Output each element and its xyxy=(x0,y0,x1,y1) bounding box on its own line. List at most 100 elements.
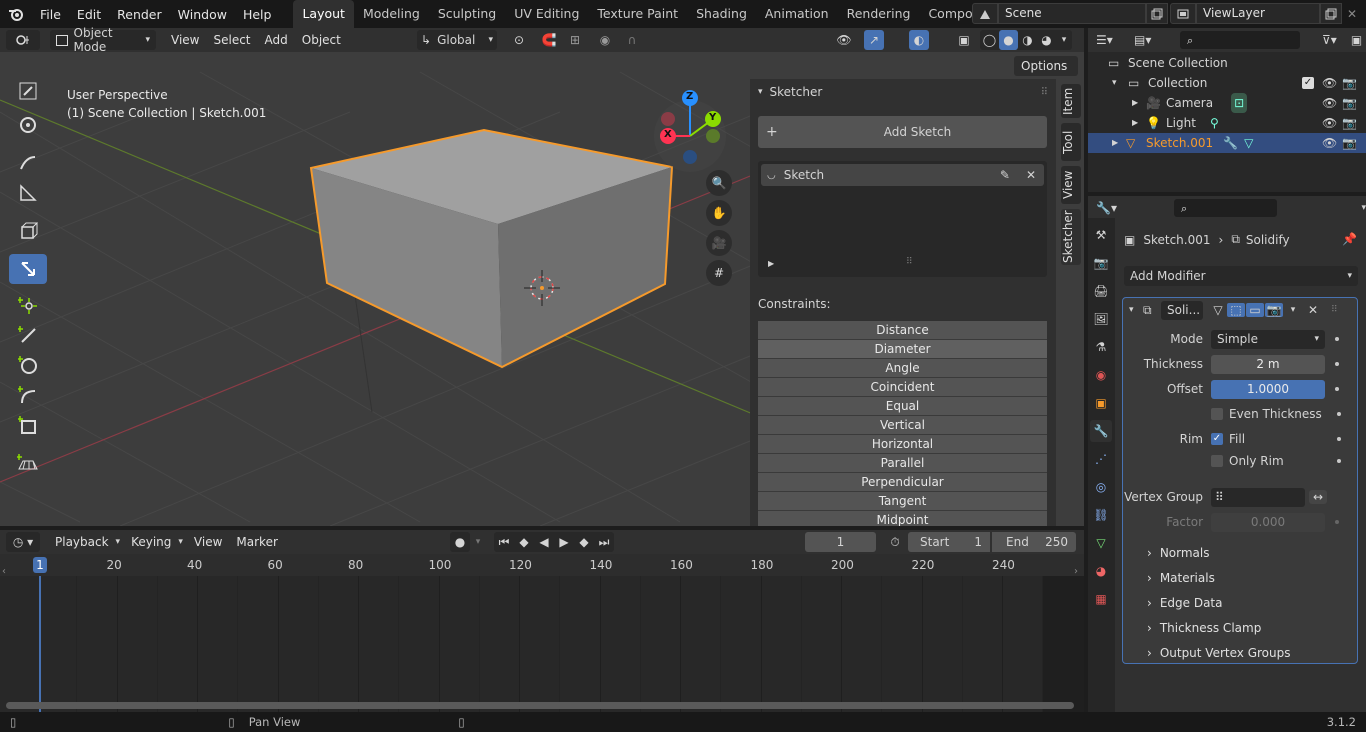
fill-checkbox[interactable]: ✓ xyxy=(1211,433,1223,445)
constraint-tangent-button[interactable]: Tangent xyxy=(758,492,1047,511)
close-view-layer-icon[interactable]: ✕ xyxy=(1342,3,1362,24)
gizmo-y-label[interactable]: Y xyxy=(709,112,716,123)
mode-selector[interactable]: Object Mode ▾ xyxy=(50,26,156,54)
new-scene-icon[interactable] xyxy=(1146,3,1168,24)
viewport-display-icon[interactable]: ▭ xyxy=(1246,303,1264,317)
chevron-down-icon[interactable]: ▾ xyxy=(1129,305,1143,315)
wireframe-shading-icon[interactable]: ◯ xyxy=(980,30,999,50)
prev-keyframe-icon[interactable]: ◆ xyxy=(514,532,534,552)
constraint-parallel-button[interactable]: Parallel xyxy=(758,454,1047,473)
output-tab-icon[interactable]: 🖨 xyxy=(1090,280,1112,302)
scene-icon[interactable] xyxy=(972,3,998,24)
constraint-equal-button[interactable]: Equal xyxy=(758,397,1047,416)
object-tab-icon[interactable]: ▣ xyxy=(1090,392,1112,414)
transform-orientation[interactable]: ↳ Global ▾ xyxy=(417,30,497,50)
edit-pencil-icon[interactable]: ✎ xyxy=(1000,168,1010,182)
invert-arrows-icon[interactable]: ↔ xyxy=(1309,490,1327,504)
constraint-distance-button[interactable]: Distance xyxy=(758,321,1047,340)
list-item[interactable]: ◡ Sketch ✎ ✕ xyxy=(761,164,1044,186)
sidebar-tab-item[interactable]: Item xyxy=(1061,84,1081,118)
sidebar-tab-sketcher[interactable]: Sketcher xyxy=(1061,209,1081,265)
eye-icon[interactable]: 👁 xyxy=(1322,133,1337,153)
tab-rendering[interactable]: Rendering xyxy=(838,0,920,28)
subpanel-edge-data[interactable]: › Edge Data xyxy=(1147,591,1222,616)
xray-icon[interactable]: ▣ xyxy=(955,30,973,50)
menu-window[interactable]: Window xyxy=(170,7,235,22)
modifier-wrench-icon[interactable]: 🔧 xyxy=(1223,133,1238,153)
physics-tab-icon[interactable]: ◎ xyxy=(1090,476,1112,498)
chevron-down-icon[interactable]: ▾ xyxy=(1285,305,1301,315)
tweak-tool-icon[interactable] xyxy=(9,76,47,106)
viewport-menu-select[interactable]: Select xyxy=(206,30,257,50)
data-tab-icon[interactable]: ▽ xyxy=(1090,532,1112,554)
menu-help[interactable]: Help xyxy=(235,7,280,22)
include-checkbox[interactable]: ✓ xyxy=(1302,77,1314,89)
keyframe-dot-icon[interactable] xyxy=(1335,362,1339,366)
snap-target-icon[interactable]: ⊞ xyxy=(561,30,589,50)
tab-modeling[interactable]: Modeling xyxy=(354,0,429,28)
mesh-data-icon[interactable]: ▽ xyxy=(1244,133,1253,153)
scene-tab-icon[interactable]: ⚗ xyxy=(1090,336,1112,358)
delete-sketch-icon[interactable]: ✕ xyxy=(1026,168,1036,182)
tab-uv-editing[interactable]: UV Editing xyxy=(505,0,588,28)
tab-sculpting[interactable]: Sculpting xyxy=(429,0,505,28)
constraint-coincident-button[interactable]: Coincident xyxy=(758,378,1047,397)
camera-view-icon[interactable]: 🎥 xyxy=(706,230,732,256)
gizmo-z-label[interactable]: Z xyxy=(686,91,693,102)
add-sketch-button[interactable]: + Add Sketch xyxy=(758,116,1047,148)
timeline-editor-icon[interactable]: ◷ ▾ xyxy=(6,532,40,552)
add-point-tool-icon[interactable] xyxy=(9,290,47,320)
pivot-icon[interactable]: ⊙ xyxy=(505,30,533,50)
keyframe-dot-icon[interactable] xyxy=(1335,387,1339,391)
edit-mode-icon[interactable]: ⬚ xyxy=(1227,303,1245,317)
outliner-editor-icon[interactable]: ☰▾ xyxy=(1096,33,1126,47)
timeline-menu-playback[interactable]: Playback xyxy=(48,532,116,552)
start-frame-field[interactable]: Start 1 xyxy=(908,532,990,552)
viewport-menu-view[interactable]: View xyxy=(164,30,206,50)
overlay-toggle-icon[interactable]: ◐ xyxy=(909,30,929,50)
tab-shading[interactable]: Shading xyxy=(687,0,756,28)
transform-tool-icon[interactable] xyxy=(9,254,47,284)
light-data-icon[interactable]: ⚲ xyxy=(1210,113,1219,133)
drag-handle-icon[interactable]: ⠿ xyxy=(1041,87,1048,98)
modifier-tab-icon[interactable]: 🔧 xyxy=(1090,420,1112,442)
play-reverse-icon[interactable]: ◀ xyxy=(534,532,554,552)
offset-field[interactable]: 1.0000 xyxy=(1211,379,1325,399)
viewport-menu-add[interactable]: Add xyxy=(258,30,295,50)
filter-icon[interactable]: ⊽▾ xyxy=(1322,33,1337,47)
tool-tab-icon[interactable]: ⚒ xyxy=(1090,224,1112,246)
annotate-tool-icon[interactable] xyxy=(9,148,47,178)
subpanel-output-vertex-groups[interactable]: › Output Vertex Groups xyxy=(1147,641,1290,666)
sidebar-tab-tool[interactable]: Tool xyxy=(1061,123,1081,161)
modifier-name-field[interactable]: Soli... xyxy=(1161,300,1203,320)
proportional-edit-icon[interactable]: ◉ xyxy=(596,30,614,50)
view-layer-tab-icon[interactable]: 🖼 xyxy=(1090,308,1112,330)
render-camera-icon[interactable]: 📷 xyxy=(1342,93,1357,113)
properties-editor-icon[interactable]: 🔧▾ xyxy=(1096,201,1124,215)
options-button[interactable]: Options ▾ xyxy=(1014,56,1078,93)
end-frame-field[interactable]: End 250 xyxy=(992,532,1076,552)
vertex-group-field[interactable]: ⠿ xyxy=(1211,487,1305,507)
jump-end-icon[interactable]: ⏭ xyxy=(594,532,614,552)
eye-icon[interactable]: 👁 xyxy=(1322,93,1337,113)
add-modifier-dropdown[interactable]: Add Modifier ▾ xyxy=(1124,266,1358,286)
sketcher-panel-header[interactable]: ▾ Sketcher ⠿ xyxy=(750,79,1056,105)
expand-arrow-icon[interactable]: ▶ xyxy=(768,259,774,268)
subpanel-normals[interactable]: › Normals xyxy=(1147,541,1209,566)
current-frame-field[interactable]: 1 xyxy=(805,532,876,552)
material-shading-icon[interactable]: ◑ xyxy=(1018,30,1037,50)
factor-field[interactable]: 0.000 xyxy=(1211,512,1325,532)
properties-search-input[interactable]: ⌕ xyxy=(1173,199,1278,217)
add-arc-tool-icon[interactable] xyxy=(9,380,47,410)
stopwatch-icon[interactable]: ⏱ xyxy=(885,532,905,552)
render-display-icon[interactable]: 📷 xyxy=(1265,303,1283,317)
resize-handle-icon[interactable]: ⠿ xyxy=(906,257,913,267)
camera-data-icon[interactable]: ⊡ xyxy=(1231,93,1248,113)
constraint-perpendicular-button[interactable]: Perpendicular xyxy=(758,473,1047,492)
pan-hand-icon[interactable]: ✋ xyxy=(706,200,732,226)
outliner-scene-collection[interactable]: ▭ Scene Collection xyxy=(1088,53,1358,73)
add-line-tool-icon[interactable] xyxy=(9,320,47,350)
outliner-item-camera[interactable]: ▶ 🎥 Camera ⊡ 👁 📷 xyxy=(1088,93,1358,113)
record-icon[interactable]: ● xyxy=(450,532,470,552)
render-camera-icon[interactable]: 📷 xyxy=(1342,73,1357,93)
